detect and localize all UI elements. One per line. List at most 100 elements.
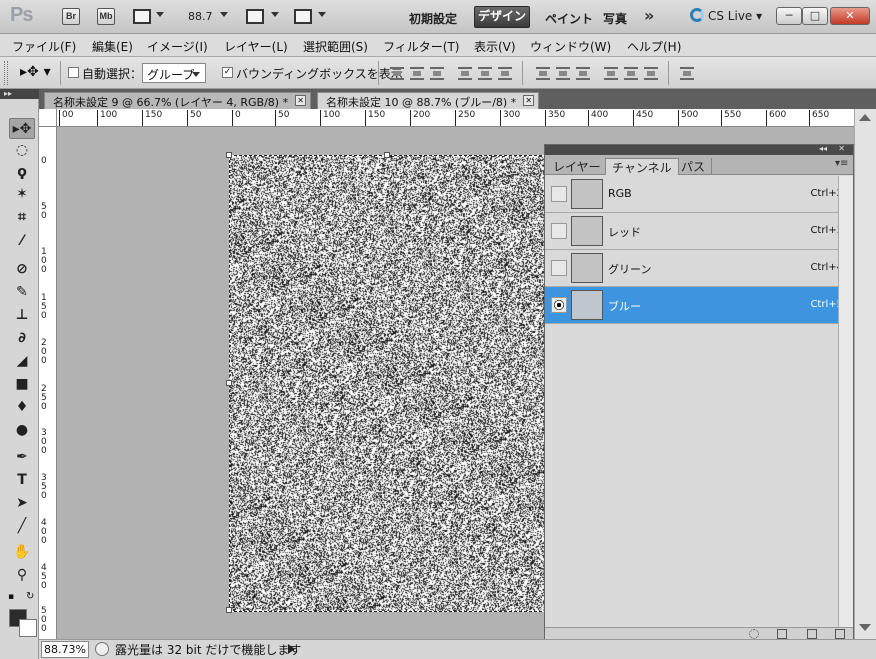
visibility-toggle[interactable] <box>551 260 567 276</box>
scroll-up-arrow[interactable] <box>859 114 871 121</box>
close-panel-icon[interactable]: ✕ <box>838 144 845 153</box>
chevron-down-icon[interactable] <box>156 12 164 17</box>
vertical-scrollbar[interactable] <box>854 109 876 639</box>
transform-handle[interactable] <box>226 152 232 158</box>
restore-button[interactable]: □ <box>802 7 828 25</box>
clone-stamp-icon[interactable]: ⊥ <box>9 305 35 326</box>
tab-paths[interactable]: パス <box>675 158 713 175</box>
distribute-left-icon[interactable] <box>604 67 618 80</box>
eraser-icon[interactable]: ◢ <box>9 351 35 372</box>
visibility-toggle[interactable] <box>551 186 567 202</box>
tab-channels[interactable]: チャンネル <box>605 158 679 175</box>
show-bbox-checkbox[interactable]: ✓ <box>222 67 233 78</box>
move-tool-icon[interactable]: ▸✥ <box>9 118 35 139</box>
auto-select-dropdown[interactable]: グループ <box>142 63 206 83</box>
type-icon[interactable]: T <box>9 470 35 491</box>
transform-handle[interactable] <box>384 152 390 158</box>
visibility-toggle[interactable] <box>551 297 567 313</box>
menu-edit[interactable]: 編集(E) <box>92 38 133 55</box>
channel-row-red[interactable]: レッド Ctrl+3 <box>545 213 853 250</box>
move-tool-preset-icon[interactable]: ▸✥ ▾ <box>20 64 51 80</box>
default-colors-icon[interactable]: ▪ <box>8 592 14 602</box>
status-menu-arrow-icon[interactable] <box>288 644 295 654</box>
menu-help[interactable]: ヘルプ(H) <box>627 38 681 55</box>
menu-window[interactable]: ウィンドウ(W) <box>530 38 611 55</box>
line-icon[interactable]: ╱ <box>9 516 35 537</box>
blur-icon[interactable]: ♦ <box>9 397 35 418</box>
lasso-tool-icon[interactable]: ϙ <box>9 162 35 183</box>
background-color-swatch[interactable] <box>19 619 37 637</box>
chevron-down-icon[interactable] <box>271 12 279 17</box>
menu-select[interactable]: 選択範囲(S) <box>303 38 368 55</box>
chevron-down-icon[interactable] <box>318 12 326 17</box>
load-selection-icon[interactable] <box>749 629 759 639</box>
document-tab-2-active[interactable]: 名称未設定 10 @ 88.7% (ブルー/8) * ✕ <box>317 92 540 109</box>
view-extras-icon[interactable] <box>133 9 151 24</box>
save-selection-icon[interactable] <box>777 629 787 639</box>
marquee-tool-icon[interactable]: ◌ <box>9 140 35 161</box>
more-workspaces-icon[interactable]: » <box>644 6 654 25</box>
distribute-vcenter-icon[interactable] <box>556 67 570 80</box>
launch-bridge-button[interactable]: Br <box>62 8 80 25</box>
panel-menu-icon[interactable]: ▾≡ <box>835 158 848 169</box>
healing-brush-icon[interactable]: ⊘ <box>9 259 35 280</box>
align-hcenter-icon[interactable] <box>478 67 492 80</box>
distribute-hcenter-icon[interactable] <box>624 67 638 80</box>
close-tab-icon[interactable]: ✕ <box>523 95 535 106</box>
menu-view[interactable]: 表示(V) <box>474 38 516 55</box>
align-vcenter-icon[interactable] <box>410 67 424 80</box>
chevron-down-icon[interactable] <box>220 12 228 17</box>
horizontal-ruler[interactable]: 00 100 150 50 0 50 100 150 200 250 300 3… <box>57 109 854 127</box>
path-select-icon[interactable]: ➤ <box>9 493 35 514</box>
vertical-ruler[interactable]: 0 5 0 1 0 0 1 5 0 2 0 0 2 5 0 3 0 0 3 5 … <box>39 127 57 639</box>
workspace-photography[interactable]: 写真 <box>603 10 627 27</box>
delete-channel-icon[interactable] <box>835 629 845 639</box>
align-right-icon[interactable] <box>498 67 512 80</box>
distribute-right-icon[interactable] <box>644 67 658 80</box>
minimize-button[interactable]: ─ <box>776 7 802 25</box>
distribute-bottom-icon[interactable] <box>576 67 590 80</box>
launch-minibridge-button[interactable]: Mb <box>97 8 115 25</box>
auto-select-checkbox[interactable] <box>68 67 79 78</box>
arrange-documents-icon[interactable] <box>246 9 264 24</box>
crop-tool-icon[interactable]: ⌗ <box>9 207 35 228</box>
distribute-top-icon[interactable] <box>536 67 550 80</box>
scroll-down-arrow[interactable] <box>859 624 871 631</box>
workspace-painting[interactable]: ペイント <box>545 10 593 27</box>
swap-colors-icon[interactable]: ↻ <box>26 591 34 602</box>
tools-panel-header[interactable]: ▸▸ <box>0 89 39 99</box>
channel-row-rgb[interactable]: RGB Ctrl+2 <box>545 176 853 213</box>
menu-image[interactable]: イメージ(I) <box>147 38 208 55</box>
zoom-field[interactable]: 88.73% <box>41 641 89 658</box>
tab-layers[interactable]: レイヤー <box>547 158 608 175</box>
close-tab-icon[interactable]: ✕ <box>295 95 307 106</box>
transform-handle[interactable] <box>226 607 232 613</box>
zoom-level-display[interactable]: 88.7 <box>188 10 213 23</box>
status-info-icon[interactable] <box>95 642 109 656</box>
collapse-panel-icon[interactable]: ◂◂ <box>819 144 827 153</box>
document-canvas[interactable] <box>226 152 547 613</box>
screen-mode-icon[interactable] <box>294 9 312 24</box>
history-brush-icon[interactable]: ∂ <box>9 328 35 349</box>
options-bar-grip[interactable] <box>4 61 8 85</box>
quick-select-icon[interactable]: ✶ <box>9 184 35 205</box>
menu-filter[interactable]: フィルター(T) <box>383 38 459 55</box>
align-left-icon[interactable] <box>458 67 472 80</box>
gradient-icon[interactable]: ■ <box>9 374 35 395</box>
brush-icon[interactable]: ✎ <box>9 282 35 303</box>
panel-title-bar[interactable]: ◂◂ ✕ <box>545 144 853 155</box>
dodge-icon[interactable]: ● <box>9 420 35 441</box>
align-top-icon[interactable] <box>390 67 404 80</box>
channel-row-blue-selected[interactable]: ブルー Ctrl+5 <box>545 287 853 324</box>
visibility-toggle[interactable] <box>551 223 567 239</box>
panel-scrollbar[interactable] <box>838 176 853 627</box>
transform-handle[interactable] <box>226 380 232 386</box>
cs-live-button[interactable]: CS Live ▾ <box>690 8 762 23</box>
workspace-design-active[interactable]: デザイン <box>474 6 530 28</box>
auto-align-layers-icon[interactable] <box>680 67 694 80</box>
close-window-button[interactable]: ✕ <box>830 7 870 25</box>
zoom-icon[interactable]: ⚲ <box>9 565 35 586</box>
menu-layer[interactable]: レイヤー(L) <box>224 38 288 55</box>
workspace-essentials[interactable]: 初期設定 <box>409 10 457 27</box>
new-channel-icon[interactable] <box>807 629 817 639</box>
